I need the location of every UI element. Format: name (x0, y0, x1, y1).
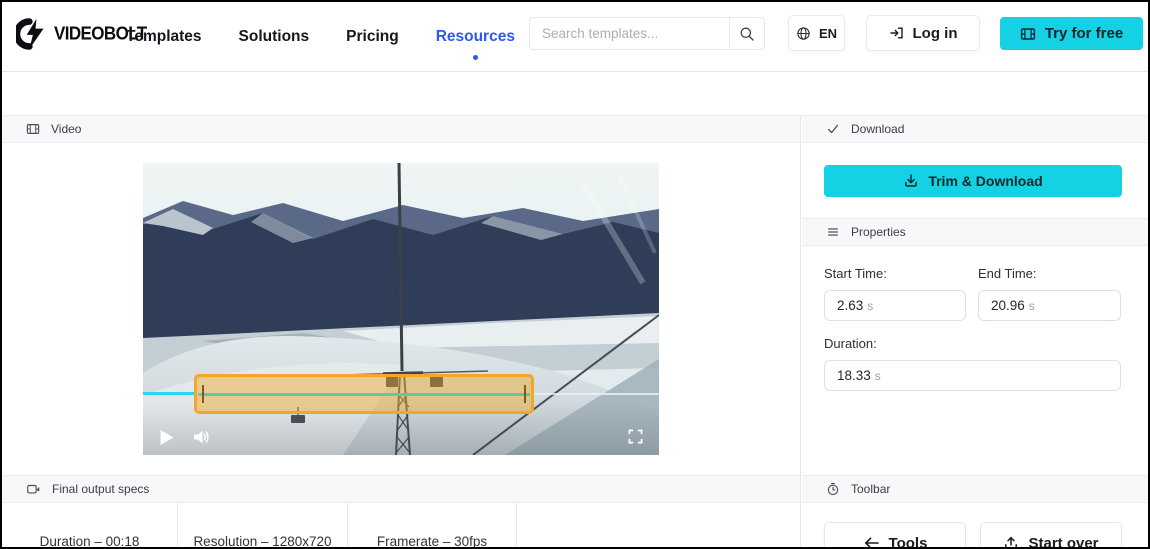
globe-icon (797, 26, 810, 40)
spec-duration: Duration – 00:18 (2, 503, 178, 547)
fullscreen-icon (628, 429, 643, 444)
spec-empty-cell (517, 503, 800, 547)
film-icon (1020, 27, 1035, 40)
tools-label: Tools (888, 534, 928, 549)
end-time-value: 20.96 (991, 298, 1025, 313)
end-time-unit: s (1028, 298, 1035, 313)
nav-item-resources[interactable]: Resources (436, 28, 515, 60)
trim-handle-right[interactable] (524, 385, 526, 403)
start-over-label: Start over (1028, 534, 1099, 549)
timeline-played-bar[interactable] (143, 392, 197, 395)
video-panel: Video Final output specs Duration – 00:1… (2, 115, 801, 547)
video-section-title: Video (51, 122, 82, 136)
film-icon (26, 124, 40, 134)
specs-row: Duration – 00:18 Resolution – 1280x720 F… (2, 503, 800, 547)
duration-label: Duration: (824, 336, 877, 351)
top-navbar: VIDEOBOLT Templates Solutions Pricing Re… (2, 2, 1148, 72)
fullscreen-button[interactable] (628, 429, 643, 444)
duration-value: 18.33 (837, 368, 871, 383)
language-label: EN (818, 25, 838, 41)
nav-item-pricing[interactable]: Pricing (346, 28, 399, 46)
login-label: Log in (912, 24, 958, 42)
spec-framerate: Framerate – 30fps (348, 503, 517, 547)
tools-button[interactable]: Tools (824, 522, 966, 549)
play-button[interactable] (160, 430, 174, 445)
main-nav: Templates Solutions Pricing Resources (126, 2, 515, 72)
toolbar-section-title: Toolbar (851, 482, 891, 496)
try-for-free-button[interactable]: Try for free (1000, 17, 1143, 50)
properties-section-header: Properties (802, 218, 1148, 246)
login-icon (889, 27, 903, 39)
start-time-value: 2.63 (837, 298, 864, 313)
check-icon (827, 124, 839, 134)
spec-resolution: Resolution – 1280x720 (178, 503, 348, 547)
volume-icon (194, 430, 209, 444)
video-stage (2, 143, 800, 475)
video-section-header: Video (2, 115, 800, 143)
arrow-left-icon (864, 537, 879, 547)
start-time-unit: s (867, 298, 874, 313)
download-section-title: Download (851, 122, 905, 136)
language-button[interactable]: EN (788, 15, 845, 51)
specs-section-title: Final output specs (52, 482, 150, 496)
login-button[interactable]: Log in (866, 15, 980, 51)
video-camera-icon (27, 484, 40, 494)
end-time-label: End Time: (978, 266, 1037, 281)
trim-selection-track (198, 393, 530, 396)
properties-section-title: Properties (851, 225, 906, 239)
download-body: Trim & Download (802, 143, 1148, 218)
videobolt-bolt-icon (16, 18, 44, 50)
search-box (529, 17, 765, 50)
search-icon[interactable] (730, 26, 764, 42)
specs-section-header: Final output specs (2, 475, 800, 503)
trim-handle-left[interactable] (202, 385, 204, 403)
videobolt-trim-page: VIDEOBOLT Templates Solutions Pricing Re… (0, 0, 1150, 549)
nav-item-templates[interactable]: Templates (126, 28, 202, 46)
start-over-button[interactable]: Start over (980, 522, 1122, 549)
end-time-input[interactable]: 20.96 s (978, 290, 1121, 321)
play-icon (160, 430, 174, 445)
toolbar-section-header: Toolbar (802, 475, 1148, 503)
timeline-remaining-bar[interactable] (534, 393, 659, 395)
trim-selection-region[interactable] (194, 374, 534, 414)
clock-icon (827, 483, 839, 496)
side-panel: Download Trim & Download Properties Star… (802, 115, 1148, 547)
start-time-input[interactable]: 2.63 s (824, 290, 966, 321)
duration-unit: s (874, 368, 881, 383)
search-input[interactable] (530, 26, 729, 41)
properties-body: Start Time: End Time: 2.63 s 20.96 s Dur… (802, 246, 1148, 475)
nav-item-solutions[interactable]: Solutions (239, 28, 310, 46)
start-over-icon (1005, 536, 1018, 547)
volume-button[interactable] (193, 429, 211, 445)
list-lines-icon (828, 228, 838, 236)
trim-download-label: Trim & Download (928, 173, 1043, 189)
download-icon (905, 174, 918, 187)
video-player[interactable] (143, 163, 659, 455)
start-time-label: Start Time: (824, 266, 887, 281)
duration-input[interactable]: 18.33 s (824, 360, 1121, 391)
download-section-header: Download (802, 115, 1148, 143)
toolbar-body: Tools Start over (802, 503, 1148, 549)
trim-download-button[interactable]: Trim & Download (824, 165, 1122, 197)
cta-label: Try for free (1044, 25, 1124, 42)
